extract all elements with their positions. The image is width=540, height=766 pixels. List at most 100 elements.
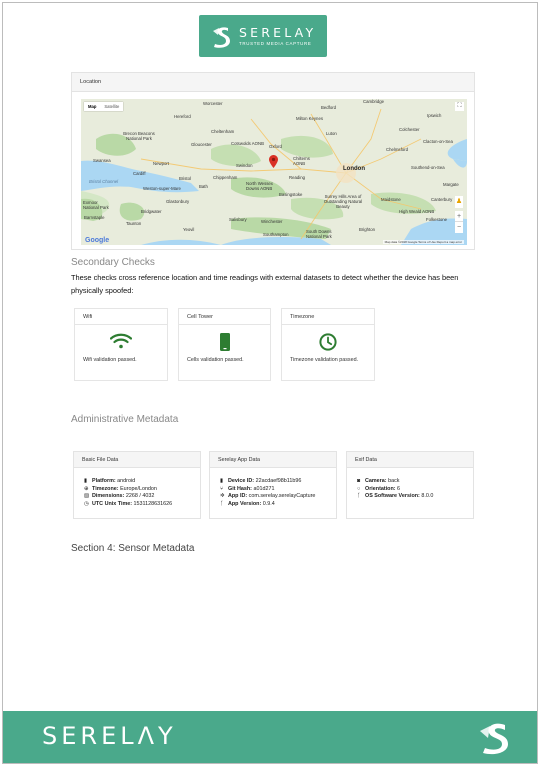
code-branch-icon: ᚴ <box>220 500 224 507</box>
map-label: Bristol Channel <box>89 179 119 184</box>
camera-row: ◙ Camera: back <box>357 478 400 484</box>
map-label: Newport <box>153 161 170 166</box>
map-label: Luton <box>326 131 337 136</box>
serelay-app-data-panel: Serelay App Data ▮ Device ID: 22acdaef98b… <box>209 451 337 519</box>
map-label: Brecon Beacons National Park <box>123 131 155 141</box>
wifi-icon <box>110 333 132 349</box>
header-brand-text: SERELAY <box>239 24 317 40</box>
map-label: Chippenham <box>213 175 238 180</box>
map-label: Ipswich <box>427 113 442 118</box>
map-label: Glastonbury <box>166 199 190 204</box>
page-footer: SERELΛY <box>3 711 537 763</box>
map-label: Weston-super-Mare <box>143 186 181 191</box>
camera-icon: ◙ <box>357 478 361 484</box>
map-label: Chilterns AONB <box>293 156 310 166</box>
zoom-out-icon[interactable]: − <box>455 222 463 233</box>
admin-metadata-title: Administrative Metadata <box>71 414 179 425</box>
serelay-app-data-title: Serelay App Data <box>210 452 336 468</box>
map-label: Swindon <box>236 163 253 168</box>
zoom-in-icon[interactable]: + <box>455 211 463 222</box>
exif-data-panel: Exif Data ◙ Camera: back ○ Orientation: 6 … <box>346 451 474 519</box>
dimensions-row: ▨ Dimensions: 2268 / 4032 <box>84 493 155 500</box>
map-label: Cardiff <box>133 171 146 176</box>
map-label: Cotswolds AONB <box>231 141 264 146</box>
app-id-row: ✲ App ID: com.serelay.serelayCapture <box>220 493 316 500</box>
clock-small-icon: ◷ <box>84 500 89 507</box>
map-label: Folkestone <box>426 217 448 222</box>
map-label: Milton Keynes <box>296 116 323 121</box>
map-label-london: London <box>343 166 365 172</box>
serelay-s-icon <box>213 27 230 48</box>
secondary-checks-description: These checks cross reference location an… <box>71 273 459 295</box>
cell-tower-check-card: Cell Tower Cells validation passed. <box>178 308 271 381</box>
map-label: Gloucester <box>191 142 212 147</box>
zoom-control[interactable]: + − <box>455 211 463 233</box>
map-label: Margate <box>443 182 459 187</box>
location-map[interactable]: Map Satellite ⛶ Worcester Hereford Chelt… <box>81 99 467 245</box>
map-label: Chelmsford <box>386 147 408 152</box>
map-type-map[interactable]: Map <box>84 102 100 111</box>
map-label: Worcester <box>203 101 223 106</box>
map-label: High Weald AONB <box>399 209 435 214</box>
map-label: Reading <box>289 175 306 180</box>
pegman-icon[interactable]: ♟ <box>455 196 463 208</box>
map-label: Exmoor National Park <box>83 200 109 210</box>
unix-time-row: ◷ UTC Unix Time: 1531128631626 <box>84 500 173 507</box>
timezone-row: ⊕ Timezone: Europe/London <box>84 485 157 492</box>
basic-file-data-panel: Basic File Data ▮ Platform: android ⊕ Time… <box>73 451 201 519</box>
map-label: Salisbury <box>229 217 247 222</box>
map-label: South Downs National Park <box>306 229 332 239</box>
serelay-header-logo: SERELAY TRUSTED MEDIA CAPTURE <box>199 15 327 57</box>
check-message: Wifi validation passed. <box>83 357 137 363</box>
check-message: Timezone validation passed. <box>290 357 359 363</box>
fullscreen-icon[interactable]: ⛶ <box>455 102 464 111</box>
map-attribution[interactable]: Map data ©2018 Google Terms of Use Repor… <box>382 240 464 244</box>
mobile-icon: ▮ <box>84 478 87 484</box>
document-page: SERELAY TRUSTED MEDIA CAPTURE Location M… <box>2 2 538 764</box>
map-label: Bedford <box>321 105 337 110</box>
map-label: Yeovil <box>183 227 195 232</box>
map-label: Southend-on-Sea <box>411 165 445 170</box>
check-message: Cells validation passed. <box>187 357 244 363</box>
map-label: Barnstaple <box>84 215 105 220</box>
map-label: Taunton <box>126 221 142 226</box>
header-tagline: TRUSTED MEDIA CAPTURE <box>239 40 312 46</box>
map-label: North Wessex Downs AONB <box>246 181 273 191</box>
map-pin-icon[interactable] <box>269 155 278 168</box>
map-type-satellite[interactable]: Satellite <box>100 102 123 111</box>
map-label: Swansea <box>93 158 111 163</box>
basic-file-data-title: Basic File Data <box>74 452 200 468</box>
code-branch-icon: ᚴ <box>357 493 361 500</box>
location-panel: Location Map Satellite ⛶ Worcester Heref… <box>71 72 475 250</box>
map-label: Hereford <box>174 114 191 119</box>
map-label: Winchester <box>261 219 283 224</box>
device-id-row: ▮ Device ID: 22acdaef98b11b96 <box>220 478 302 484</box>
map-label: Bristol <box>179 176 191 181</box>
image-icon: ▨ <box>84 493 90 500</box>
map-label: Colchester <box>399 127 420 132</box>
map-label: Brighton <box>359 227 376 232</box>
serelay-s-icon <box>480 723 508 755</box>
check-title: Timezone <box>282 309 374 325</box>
timezone-check-card: Timezone Timezone validation passed. <box>281 308 375 381</box>
map-label: Cambridge <box>363 99 385 104</box>
map-label: Maidstone <box>381 197 401 202</box>
app-version-row: ᚴ App Version: 0.9.4 <box>220 500 275 507</box>
map-type-control[interactable]: Map Satellite <box>84 102 124 111</box>
mobile-icon: ▮ <box>220 478 223 484</box>
map-label: Bath <box>199 184 208 189</box>
gear-icon: ✲ <box>220 493 225 500</box>
secondary-checks-title: Secondary Checks <box>71 257 155 268</box>
section-4-title: Section 4: Sensor Metadata <box>71 543 195 554</box>
map-label: Clacton-on-Sea <box>423 139 453 144</box>
clock-icon <box>319 333 337 351</box>
map-label: Basingstoke <box>279 192 303 197</box>
footer-brand-text: SERELΛY <box>42 722 177 750</box>
map-label: Southampton <box>263 232 289 237</box>
platform-row: ▮ Platform: android <box>84 478 136 484</box>
code-branch-icon: ⑂ <box>220 485 224 492</box>
git-hash-row: ⑂ Git Hash: a01d271 <box>220 485 275 492</box>
check-title: Wifi <box>75 309 167 325</box>
location-title: Location <box>72 73 474 92</box>
phone-icon <box>219 333 230 351</box>
